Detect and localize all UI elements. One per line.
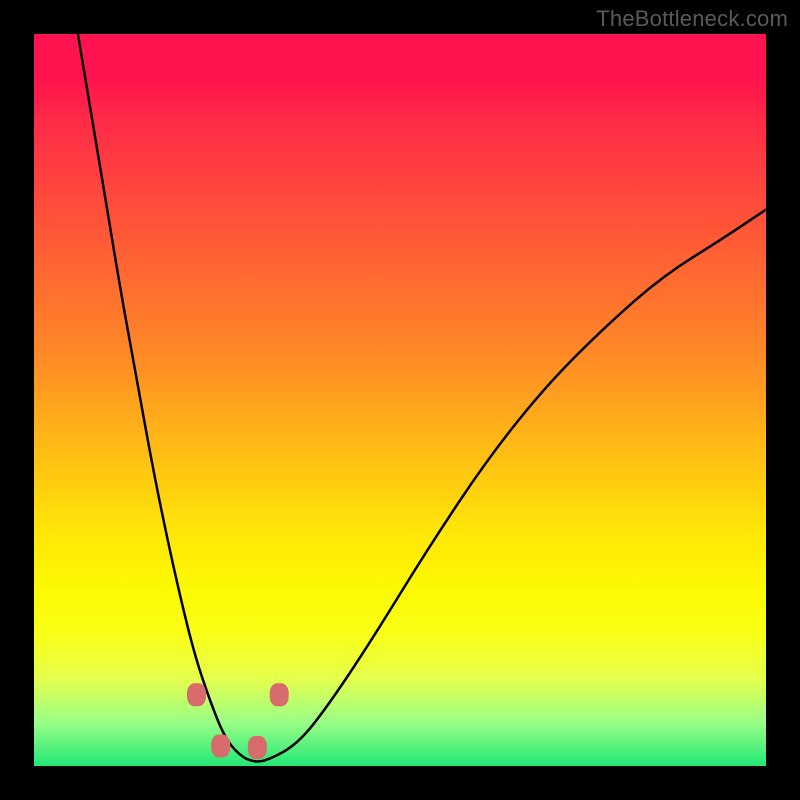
plot-area <box>34 34 766 766</box>
watermark-text: TheBottleneck.com <box>596 6 788 32</box>
curve-marker <box>212 735 230 757</box>
curve-marker <box>270 684 288 706</box>
curve-layer <box>34 34 766 766</box>
curve-marker <box>188 684 206 706</box>
chart-frame: TheBottleneck.com <box>0 0 800 800</box>
curve-marker <box>248 737 266 759</box>
bottleneck-curve <box>78 34 766 761</box>
